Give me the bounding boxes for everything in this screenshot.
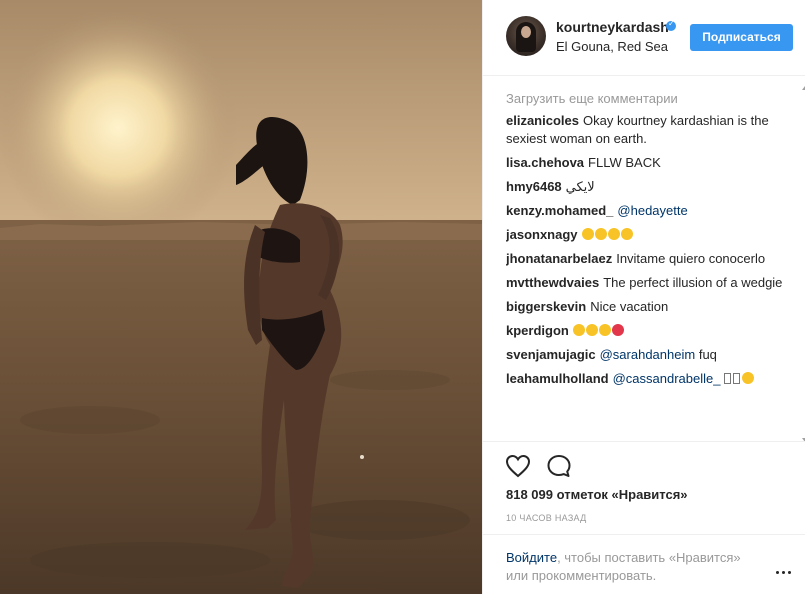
comments-list: Загрузить еще комментарии elizanicoles Ok… <box>506 86 791 442</box>
comment-author[interactable]: mvtthewdvaies <box>506 275 599 290</box>
smiley-heart-eyes-icon <box>607 228 620 240</box>
dot <box>776 571 779 574</box>
dot <box>788 571 791 574</box>
smiley-heart-eyes-icon <box>572 324 585 336</box>
comment-text: FLLW BACK <box>588 155 661 170</box>
comment: kperdigon <box>506 322 791 340</box>
likes-count[interactable]: 818 099 отметок «Нравится» <box>506 487 688 502</box>
post-timestamp[interactable]: 10 ЧАСОВ НАЗАД <box>506 513 587 523</box>
comment-author[interactable]: leahamulholland <box>506 371 609 386</box>
kiss-lips-icon <box>611 324 624 336</box>
desert-photo-art <box>0 0 482 594</box>
avatar[interactable] <box>506 16 546 56</box>
verified-badge-icon <box>666 19 676 31</box>
more-dots-icon[interactable] <box>776 571 792 575</box>
speech-bubble-icon[interactable] <box>546 454 572 478</box>
comment-author[interactable]: jhonatanarbelaez <box>506 251 612 266</box>
comment: elizanicoles Okay kourtney kardashian is … <box>506 112 791 148</box>
comment-author[interactable]: svenjamujagic <box>506 347 596 362</box>
dot <box>782 571 785 574</box>
comment-mention[interactable]: @hedayette <box>617 203 687 218</box>
comment-text: The perfect illusion of a wedgie <box>603 275 783 290</box>
smiley-heart-eyes-icon <box>742 372 755 384</box>
comment-emoji-group <box>572 323 625 338</box>
comment: jasonxnagy <box>506 226 791 244</box>
comment-emoji-group <box>724 371 755 386</box>
login-link[interactable]: Войдите <box>506 550 557 565</box>
comment-author[interactable]: kenzy.mohamed_ <box>506 203 613 218</box>
comment: lisa.chehova FLLW BACK <box>506 154 791 172</box>
follow-button[interactable]: Подписаться <box>690 24 793 51</box>
comment: kenzy.mohamed_ @hedayette <box>506 202 791 220</box>
load-more-comments-link[interactable]: Загрузить еще комментарии <box>506 90 791 108</box>
comment-author[interactable]: jasonxnagy <box>506 227 578 242</box>
login-prompt-text: Войдите, чтобы поставить «Нравится» или … <box>506 549 766 585</box>
smiley-heart-eyes-icon <box>585 324 598 336</box>
tofu-glyph-icon <box>733 373 741 384</box>
post-photo[interactable] <box>0 0 482 594</box>
comment-text: Invitame quiero conocerlo <box>616 251 766 266</box>
comment-text: fuq <box>698 347 717 362</box>
comment: leahamulholland @cassandrabelle_ <box>506 370 791 388</box>
smiley-heart-eyes-icon <box>581 228 594 240</box>
username-link[interactable]: kourtneykardash <box>556 19 669 35</box>
comment-emoji-group <box>581 227 634 242</box>
comment: svenjamujagic @sarahdanheim fuq <box>506 346 791 364</box>
smiley-heart-eyes-icon <box>598 324 611 336</box>
smiley-heart-eyes-icon <box>594 228 607 240</box>
comment-mention[interactable]: @cassandrabelle_ <box>613 371 721 386</box>
comment: hmy6468 لايكي <box>506 178 791 196</box>
comment-text: Nice vacation <box>590 299 669 314</box>
heart-outline-icon[interactable] <box>505 454 531 478</box>
post-actions: 818 099 отметок «Нравится» 10 ЧАСОВ НАЗА… <box>483 441 805 591</box>
comment-mention[interactable]: @sarahdanheim <box>600 347 696 362</box>
location-link[interactable]: El Gouna, Red Sea <box>556 39 668 54</box>
post-side-panel: kourtneykardash El Gouna, Red Sea Подпис… <box>482 0 805 594</box>
comment-author[interactable]: kperdigon <box>506 323 569 338</box>
comment-author[interactable]: lisa.chehova <box>506 155 584 170</box>
comment-author[interactable]: hmy6468 <box>506 179 562 194</box>
comment-author[interactable]: elizanicoles <box>506 113 579 128</box>
comment-text: لايكي <box>565 179 595 194</box>
comment: biggerskevin Nice vacation <box>506 298 791 316</box>
avatar-face <box>521 26 531 38</box>
comment-author[interactable]: biggerskevin <box>506 299 586 314</box>
comment: jhonatanarbelaez Invitame quiero conocerl… <box>506 250 791 268</box>
tofu-glyph-icon <box>724 373 732 384</box>
post-header: kourtneykardash El Gouna, Red Sea Подпис… <box>483 0 805 76</box>
login-prompt: Войдите, чтобы поставить «Нравится» или … <box>483 534 805 592</box>
comment: mvtthewdvaies The perfect illusion of a w… <box>506 274 791 292</box>
smiley-heart-eyes-icon <box>620 228 633 240</box>
